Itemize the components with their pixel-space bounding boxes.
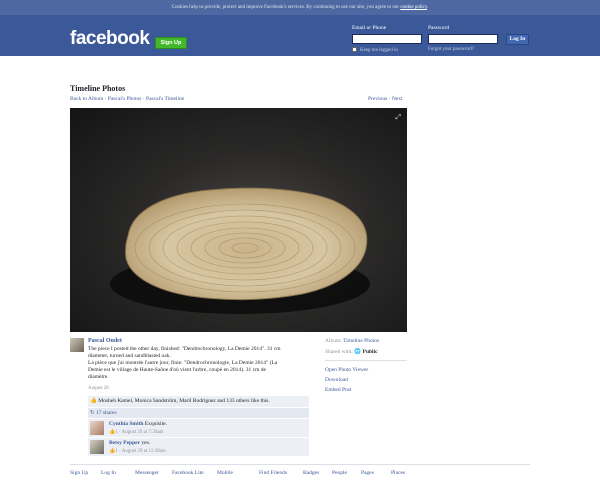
top-header: Cookies help us provide, protect and imp…: [0, 0, 600, 56]
pascals-photos-link[interactable]: Pascal's Photos: [108, 96, 142, 102]
footer-link-mobile[interactable]: Mobile: [217, 470, 233, 476]
keep-logged-label: Keep me logged in: [360, 48, 398, 53]
shared-value: Public: [362, 349, 378, 355]
footer-link-people[interactable]: People: [332, 470, 347, 476]
footer-link-signup[interactable]: Sign Up: [70, 470, 88, 476]
globe-icon: 🌐: [354, 349, 362, 355]
facebook-logo[interactable]: facebook: [70, 28, 150, 50]
bowl-rim: [125, 187, 368, 301]
email-label: Email or Phone: [352, 25, 387, 31]
post-text-line: diamètre.: [88, 374, 109, 380]
footer-link-login[interactable]: Log In: [101, 470, 116, 476]
keep-logged-in[interactable]: Keep me logged in: [352, 47, 398, 53]
previous-link[interactable]: Previous: [368, 96, 387, 102]
shares-count[interactable]: 17 shares: [96, 410, 117, 416]
footer-divider: [70, 464, 530, 465]
footer-link-messenger[interactable]: Messenger: [135, 470, 159, 476]
cookie-banner: Cookies help us provide, protect and imp…: [0, 0, 600, 15]
footer-link-pages[interactable]: Pages: [361, 470, 374, 476]
poster-avatar[interactable]: [70, 338, 84, 352]
comment-text: yes.: [141, 440, 151, 446]
commenter-name[interactable]: Betsy Pepper: [109, 440, 140, 446]
comment-item: Cynthia Smith Exquisite. 👍1 · August 29 …: [88, 418, 309, 437]
album-label: Album:: [325, 338, 342, 344]
page-title: Timeline Photos: [70, 84, 126, 93]
shares-summary[interactable]: ↻ 17 shares: [88, 407, 309, 418]
comment-like-count[interactable]: 1: [115, 430, 118, 435]
shared-label: Shared with:: [325, 349, 353, 355]
post-text-line: Demie est le village de Haute-Saône d'où…: [88, 367, 266, 373]
expand-icon[interactable]: ⤢: [395, 113, 401, 122]
password-field[interactable]: [428, 34, 498, 44]
email-field[interactable]: [352, 34, 422, 44]
comment-like-count[interactable]: 1: [115, 449, 118, 454]
forgot-password-link[interactable]: Forgot your password?: [428, 47, 474, 52]
post-text-line: La pièce que j'ai montrée l'autre jour, …: [88, 360, 278, 366]
download-link[interactable]: Download: [325, 377, 348, 383]
footer-link-badges[interactable]: Badges: [303, 470, 319, 476]
thumbs-up-icon: 👍: [90, 398, 97, 404]
poster-name[interactable]: Pascal Oudet: [88, 338, 122, 344]
bowl-image: [110, 187, 370, 314]
login-button[interactable]: Log In: [506, 34, 529, 45]
main-photo[interactable]: ⤢: [70, 108, 407, 332]
breadcrumb: Back to Album · Pascal's Photos · Pascal…: [70, 96, 184, 102]
open-photo-viewer-link[interactable]: Open Photo Viewer: [325, 367, 368, 373]
cookie-policy-link[interactable]: cookie policy: [400, 5, 427, 10]
cookie-text: Cookies help us provide, protect and imp…: [171, 5, 400, 10]
signup-button[interactable]: Sign Up: [155, 37, 187, 49]
back-to-album-link[interactable]: Back to Album: [70, 96, 103, 102]
comment-date[interactable]: August 29 at 7:36am: [122, 430, 164, 435]
keep-logged-checkbox[interactable]: [352, 47, 357, 52]
comment-item: Betsy Pepper yes. 👍1 · August 29 at 11:3…: [88, 437, 309, 456]
comment-text: Exquisite.: [144, 421, 167, 427]
next-link[interactable]: Next: [392, 96, 403, 102]
cookie-period: .: [427, 5, 429, 10]
footer-link-places[interactable]: Places: [391, 470, 405, 476]
share-icon: ↻: [90, 410, 95, 416]
commenter-avatar[interactable]: [90, 440, 104, 454]
comment-date[interactable]: August 29 at 11:39am: [122, 449, 166, 454]
likes-text: Mosheh Kamel, Monica Sandström, Maril Ro…: [98, 398, 270, 404]
photo-pager: Previous · Next: [368, 96, 403, 102]
likes-summary[interactable]: 👍 Mosheh Kamel, Monica Sandström, Maril …: [88, 396, 309, 407]
post-text-line: The piece I posted the other day, finish…: [88, 346, 281, 352]
password-label: Password: [428, 25, 450, 31]
footer-link-find-friends[interactable]: Find Friends: [259, 470, 287, 476]
post-date[interactable]: August 28: [88, 386, 109, 391]
commenter-name[interactable]: Cynthia Smith: [109, 421, 143, 427]
footer-link-facebook-lite[interactable]: Facebook Lite: [172, 470, 204, 476]
embed-post-link[interactable]: Embed Post: [325, 387, 351, 393]
post-text-line: diameter, turned and sandblasted oak.: [88, 353, 171, 359]
commenter-avatar[interactable]: [90, 421, 104, 435]
pascals-timeline-link[interactable]: Pascal's Timeline: [146, 96, 184, 102]
album-link[interactable]: Timeline Photos: [343, 338, 379, 344]
